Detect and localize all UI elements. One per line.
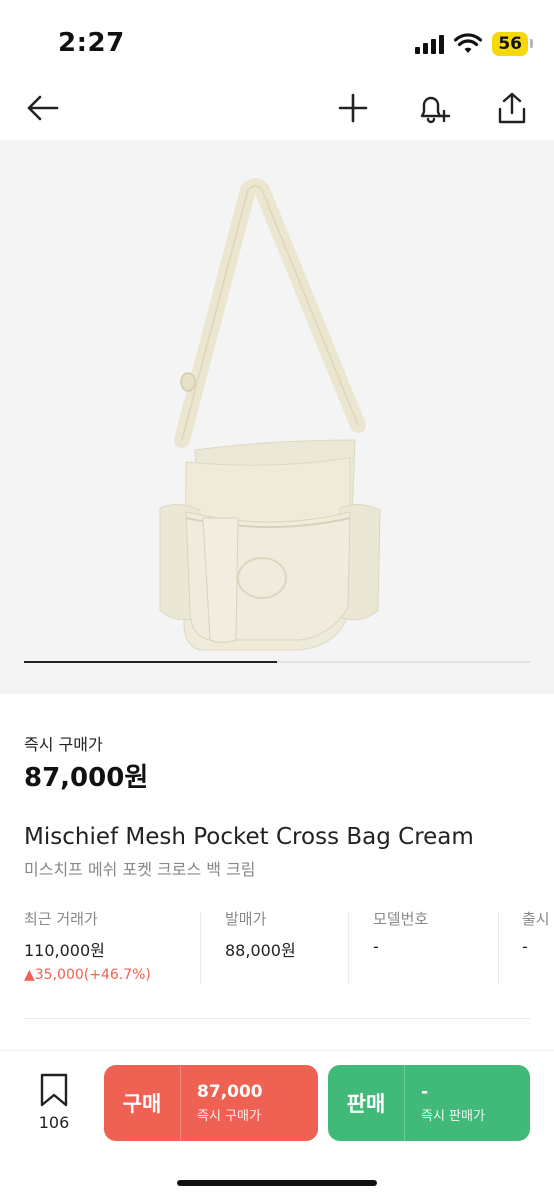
product-image xyxy=(159,178,381,651)
buy-amount: 87,000 xyxy=(197,1082,263,1102)
sell-amount: - xyxy=(421,1082,429,1102)
column-divider xyxy=(498,912,499,984)
back-arrow-icon xyxy=(27,95,59,121)
release-date-column: 출시 - xyxy=(522,908,550,984)
sell-label: 판매 xyxy=(346,1092,386,1116)
top-nav xyxy=(0,86,554,140)
column-divider xyxy=(348,912,349,984)
model-no-value: - xyxy=(373,937,379,956)
sell-button[interactable]: 판매 - 즉시 판매가 xyxy=(328,1065,530,1141)
product-info-row: 최근 거래가 110,000원 ▲35,000(+46.7%) 발매가 88,0… xyxy=(0,908,554,988)
sell-sublabel: 즉시 판매가 xyxy=(421,1109,485,1124)
recent-trade-column: 최근 거래가 110,000원 ▲35,000(+46.7%) xyxy=(24,908,151,984)
release-date-label: 출시 xyxy=(522,910,550,928)
status-time: 2:27 xyxy=(58,28,125,58)
share-button[interactable] xyxy=(490,86,534,130)
add-button[interactable] xyxy=(331,86,375,130)
release-price-label: 발매가 xyxy=(225,910,267,928)
wishlist-button[interactable]: 106 xyxy=(26,1073,82,1132)
image-slider-progress xyxy=(24,661,277,663)
share-icon xyxy=(498,92,526,124)
alert-button[interactable] xyxy=(411,86,455,130)
buy-label: 구매 xyxy=(122,1092,162,1116)
release-price-column: 발매가 88,000원 xyxy=(225,908,296,984)
instant-buy-price: 87,000원 xyxy=(24,763,149,793)
buy-sublabel: 즉시 구매가 xyxy=(197,1109,261,1124)
battery-level: 56 xyxy=(498,34,522,54)
status-bar: 2:27 56 xyxy=(0,0,554,86)
bottom-action-bar: 106 구매 87,000 즉시 구매가 판매 - 즉시 판매가 xyxy=(0,1050,554,1201)
recent-trade-label: 최근 거래가 xyxy=(24,910,98,928)
battery-icon: 56 xyxy=(492,32,533,56)
model-no-label: 모델번호 xyxy=(373,910,429,928)
bell-plus-icon xyxy=(420,96,451,124)
wishlist-count: 106 xyxy=(38,1113,70,1132)
signal-icon xyxy=(415,34,445,54)
product-name-ko: 미스치프 메쉬 포켓 크로스 백 크림 xyxy=(24,860,256,879)
buy-button[interactable]: 구매 87,000 즉시 구매가 xyxy=(104,1065,318,1141)
recent-trade-value: 110,000원 xyxy=(24,941,105,960)
home-indicator[interactable] xyxy=(177,1180,377,1186)
release-date-value: - xyxy=(522,937,528,956)
plus-icon xyxy=(338,93,368,123)
bookmark-icon xyxy=(40,1073,68,1107)
recent-trade-change: ▲35,000(+46.7%) xyxy=(24,967,151,983)
section-divider xyxy=(24,1018,530,1019)
model-no-column: 모델번호 - xyxy=(373,908,428,984)
sell-price-info: - 즉시 판매가 xyxy=(405,1082,485,1124)
product-name-en: Mischief Mesh Pocket Cross Bag Cream xyxy=(24,824,474,850)
back-button[interactable] xyxy=(20,86,64,130)
buy-price-info: 87,000 즉시 구매가 xyxy=(181,1082,263,1124)
status-icons: 56 xyxy=(415,30,533,58)
release-price-value: 88,000원 xyxy=(225,941,296,960)
wifi-icon xyxy=(454,33,483,53)
product-image-carousel[interactable] xyxy=(0,140,554,694)
instant-buy-label: 즉시 구매가 xyxy=(24,735,103,754)
column-divider xyxy=(200,912,201,984)
